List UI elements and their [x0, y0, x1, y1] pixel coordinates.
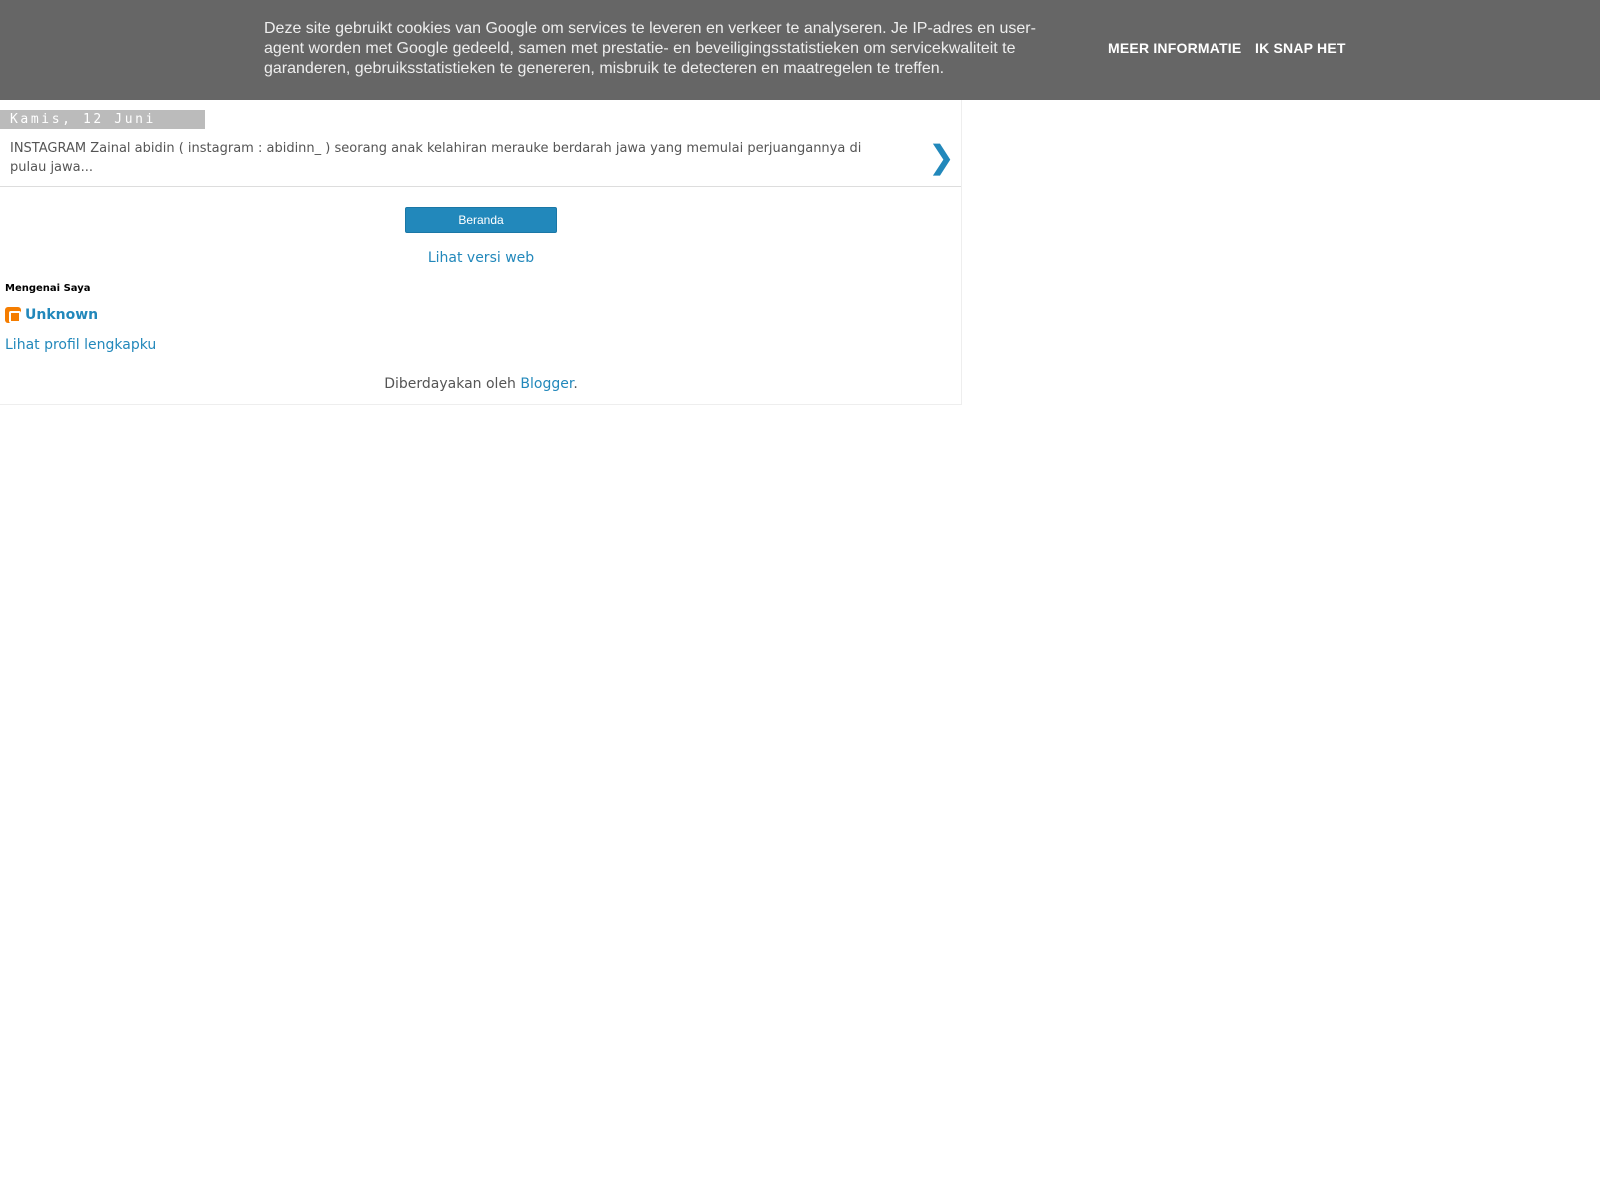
post-snippet[interactable]: INSTAGRAM Zainal abidin ( instagram : ab… — [10, 139, 900, 177]
web-version-link[interactable]: Lihat versi web — [0, 249, 962, 267]
full-profile-link[interactable]: Lihat profil lengkapku — [5, 336, 156, 354]
cookie-message: Deze site gebruikt cookies van Google om… — [264, 20, 1036, 77]
powered-suffix: . — [573, 376, 578, 392]
profile-name-link[interactable]: Unknown — [25, 306, 98, 324]
about-title: Mengenai Saya — [5, 283, 91, 294]
blogger-icon — [5, 307, 21, 323]
more-info-button[interactable]: Meer informatie — [1108, 40, 1241, 56]
powered-by: Diberdayakan oleh Blogger. — [0, 375, 962, 393]
post-item[interactable]: INSTAGRAM Zainal abidin ( instagram : ab… — [0, 129, 961, 187]
date-header: Kamis, 12 Juni 2014 — [0, 110, 205, 146]
home-button[interactable]: Beranda — [405, 207, 557, 233]
accept-cookies-button[interactable]: Ik snap het — [1255, 40, 1346, 56]
powered-prefix: Diberdayakan oleh — [384, 376, 521, 392]
blogger-link[interactable]: Blogger — [520, 376, 573, 392]
chevron-right-icon[interactable]: ❯ — [928, 141, 955, 173]
cookie-banner: Deze site gebruikt cookies van Google om… — [0, 0, 1600, 100]
